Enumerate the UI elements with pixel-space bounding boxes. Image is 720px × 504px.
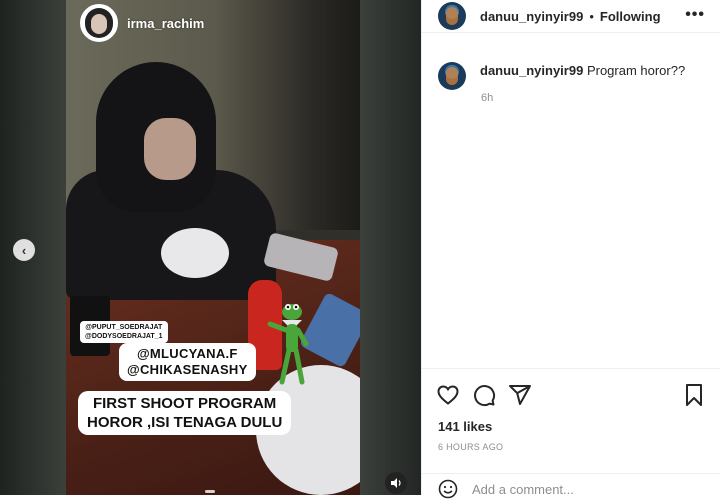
emoji-icon[interactable] (438, 479, 458, 499)
tag-line: @DODYSOEDRAJAT_1 (85, 333, 163, 340)
comment-icon[interactable] (472, 383, 496, 407)
following-button[interactable]: Following (600, 9, 661, 24)
post-details-panel: danuu_nyinyir99 • Following ••• danuu_ny… (421, 0, 720, 499)
story-username[interactable]: irma_rachim (127, 16, 204, 31)
bowl (161, 228, 229, 278)
caption-sticker: FIRST SHOOT PROGRAM HOROR ,ISI TENAGA DU… (78, 391, 292, 435)
previous-button[interactable]: ‹ (13, 239, 35, 261)
avatar-face (91, 14, 107, 34)
chevron-left-icon: ‹ (21, 242, 27, 258)
story-video-frame: @PUPUT_SOEDRAJAT @DODYSOEDRAJAT_1 @MLUCY… (66, 0, 360, 495)
caption-line: FIRST SHOOT PROGRAM (92, 395, 277, 412)
media-blur-right (360, 0, 421, 495)
caption-comment: danuu_nyinyir99 Program horor?? (438, 62, 685, 90)
action-icons (436, 383, 532, 407)
bookmark-icon[interactable] (683, 383, 705, 407)
story-user[interactable]: irma_rachim (80, 4, 204, 42)
person-face (144, 118, 196, 180)
tag-line: @PUPUT_SOEDRAJAT (85, 324, 163, 331)
post-time: 6 HOURS AGO (438, 442, 504, 452)
comment-text: Program horor?? (586, 63, 686, 78)
post-header: danuu_nyinyir99 • Following ••• (422, 0, 720, 33)
mention-line: @CHIKASENASHY (127, 362, 248, 377)
speaker-icon (391, 478, 401, 488)
comment-username[interactable]: danuu_nyinyir99 (480, 63, 583, 78)
comment-text-block: danuu_nyinyir99 Program horor?? (480, 62, 685, 90)
carousel-indicator (205, 490, 215, 493)
avatar[interactable] (438, 2, 466, 30)
caption-line: HOROR ,ISI TENAGA DULU (87, 414, 283, 431)
avatar[interactable] (80, 4, 118, 42)
header-username[interactable]: danuu_nyinyir99 (480, 9, 583, 24)
more-options-icon[interactable]: ••• (685, 6, 705, 24)
mention-line: @MLUCYANA.F (136, 346, 238, 361)
avatar[interactable] (438, 62, 466, 90)
add-comment-bar (422, 473, 720, 504)
sound-toggle-button[interactable] (385, 472, 407, 494)
tag-sticker: @PUPUT_SOEDRAJAT @DODYSOEDRAJAT_1 (80, 321, 168, 343)
post-media[interactable]: @PUPUT_SOEDRAJAT @DODYSOEDRAJAT_1 @MLUCY… (0, 0, 421, 495)
comment-time: 6h (481, 92, 494, 104)
mention-sticker: @MLUCYANA.F @CHIKASENASHY (119, 343, 256, 381)
heart-icon[interactable] (436, 383, 460, 407)
kermit-sticker (267, 304, 309, 385)
likes-count[interactable]: 141 likes (438, 419, 492, 434)
share-icon[interactable] (508, 383, 532, 407)
separator-dot: • (589, 8, 594, 24)
post-actions: 141 likes 6 HOURS AGO (422, 368, 720, 499)
